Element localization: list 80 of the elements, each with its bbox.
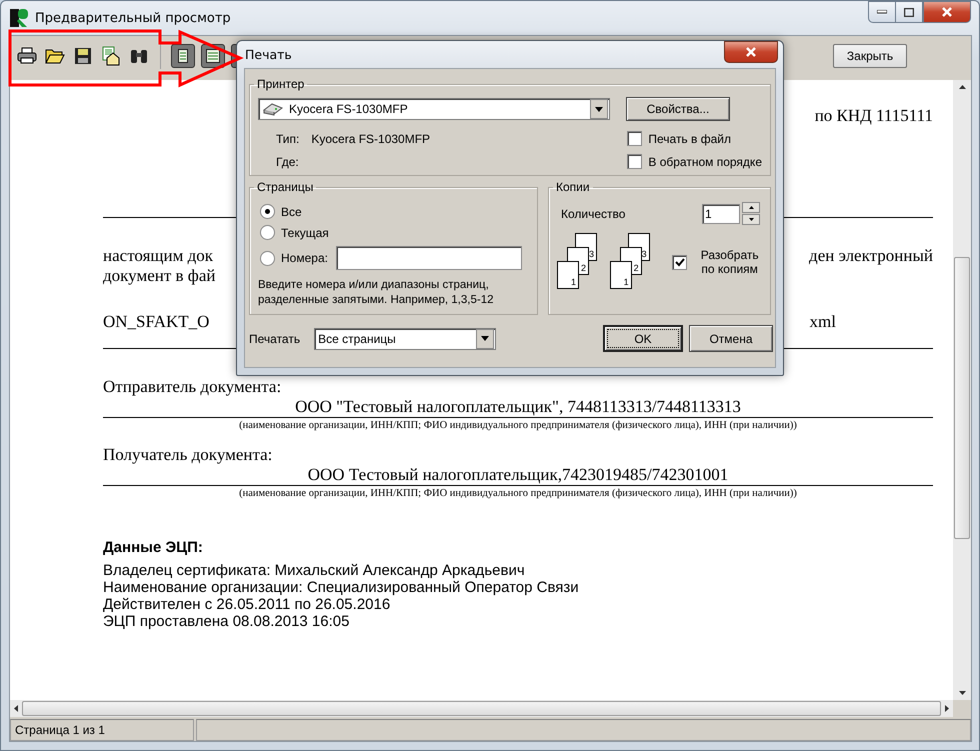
- document-text: документ в фай: [103, 266, 216, 286]
- radio-button[interactable]: [260, 250, 275, 266]
- checkbox[interactable]: [672, 254, 688, 270]
- maximize-button[interactable]: [895, 1, 923, 23]
- print-range-label: Печатать: [249, 332, 300, 346]
- document-text: ден электронный: [809, 246, 933, 266]
- signature-line: Действителен с 26.05.2011 по 26.05.2016: [103, 596, 392, 613]
- scroll-up-icon[interactable]: [958, 85, 966, 89]
- app-logo-icon: [9, 8, 29, 28]
- signature-line: Наименование организации: Специализированный Оператор Связи: [103, 579, 580, 596]
- printer-dropdown[interactable]: Kyocera FS-1030MFP: [258, 98, 610, 120]
- page-icon: [206, 49, 220, 63]
- minimize-icon: [877, 10, 887, 14]
- checkbox[interactable]: [627, 154, 642, 169]
- single-page-view-button[interactable]: [171, 44, 195, 68]
- up-arrow-icon: [748, 206, 754, 209]
- close-button[interactable]: Закрыть: [833, 44, 907, 68]
- group-label: Принтер: [256, 77, 306, 91]
- close-button[interactable]: [923, 1, 971, 23]
- document-text: настоящим док: [103, 246, 213, 266]
- dropdown-arrow-icon: [481, 336, 490, 341]
- file-name-text: ON_SFAKT_O: [103, 312, 210, 332]
- field-caption: (наименование организации, ИНН/КПП; ФИО индивидуального предпринимателя (физического лица), ИНН (при наличии)): [238, 488, 798, 499]
- scroll-down-icon[interactable]: [958, 691, 966, 695]
- group-label: Страницы: [256, 180, 314, 194]
- maximize-icon: [904, 8, 914, 16]
- page-status: Страница 1 из 1: [10, 719, 194, 741]
- signature-line: ЭЦП проставлена 08.08.2013 16:05: [103, 613, 350, 630]
- window-title: Предварительный просмотр: [35, 10, 231, 26]
- location-label: Где:: [276, 154, 300, 168]
- party-value: ООО Тестовый налогоплательщик,7423019485/742301001: [306, 465, 730, 485]
- type-label: Тип:: [276, 132, 300, 146]
- folder-icon[interactable]: [45, 48, 65, 64]
- print-range-dropdown[interactable]: Все страницы: [314, 328, 496, 350]
- ok-button[interactable]: OK: [603, 325, 683, 352]
- hint-text: Введите номера и/или диапазоны страниц,: [258, 278, 490, 293]
- radio-button[interactable]: [260, 204, 275, 219]
- dropdown-arrow-icon: [595, 106, 603, 112]
- party-value: ООО "Тестовый налогоплательщик", 7448113313/7448113313: [294, 397, 742, 417]
- page-icon: [178, 49, 188, 63]
- horizontal-scrollbar[interactable]: [10, 700, 953, 717]
- checkbox[interactable]: [627, 131, 642, 146]
- dialog-close-button[interactable]: [724, 41, 778, 63]
- printer-icon: [262, 102, 284, 116]
- copies-label: Количество: [561, 206, 626, 220]
- party-label: Получатель документа:: [103, 445, 274, 465]
- spin-down-button[interactable]: [742, 214, 760, 225]
- printer-icon[interactable]: [17, 47, 37, 65]
- radio-label[interactable]: Текущая: [281, 226, 329, 240]
- spin-up-button[interactable]: [742, 202, 760, 213]
- close-icon: [941, 7, 953, 17]
- scroll-left-icon[interactable]: [14, 705, 18, 712]
- document-text: по КНД 1115111: [814, 106, 933, 126]
- party-label: Отправитель документа:: [103, 377, 282, 397]
- signature-title: Данные ЭЦП:: [103, 539, 204, 556]
- page-sheet: 1: [557, 261, 579, 289]
- minimize-button[interactable]: [868, 1, 895, 23]
- radio-label[interactable]: Номера:: [281, 251, 328, 265]
- vertical-scrollbar[interactable]: [953, 80, 971, 700]
- checkbox-label[interactable]: В обратном порядке: [648, 154, 762, 168]
- dialog-title: Печать: [245, 47, 292, 62]
- copies-field[interactable]: 1: [702, 204, 740, 224]
- close-icon: [745, 47, 757, 57]
- type-value: Kyocera FS-1030MFP: [311, 132, 432, 146]
- scroll-right-icon[interactable]: [945, 705, 949, 712]
- document-envelope-icon[interactable]: [101, 46, 121, 66]
- group-label: Копии: [555, 180, 591, 194]
- cancel-button[interactable]: Отмена: [689, 325, 773, 352]
- down-arrow-icon: [748, 218, 754, 221]
- field-caption: (наименование организации, ИНН/КПП; ФИО индивидуального предпринимателя (физического лица), ИНН (при наличии)): [238, 420, 798, 431]
- checkbox-label[interactable]: Разобрать по копиям: [697, 248, 762, 276]
- hint-text: разделенные запятыми. Например, 1,3,5-12: [258, 293, 494, 308]
- file-name-text: xml: [810, 312, 836, 332]
- radio-label[interactable]: Все: [281, 204, 302, 218]
- checkbox-label[interactable]: Печать в файл: [648, 132, 731, 146]
- page-sheet: 1: [610, 261, 632, 289]
- radio-button[interactable]: [260, 225, 275, 240]
- properties-button[interactable]: Свойства...: [626, 97, 730, 121]
- signature-line: Владелец сертификата: Михальский Александр Аркадьевич: [103, 562, 526, 579]
- page-numbers-field[interactable]: [336, 246, 522, 270]
